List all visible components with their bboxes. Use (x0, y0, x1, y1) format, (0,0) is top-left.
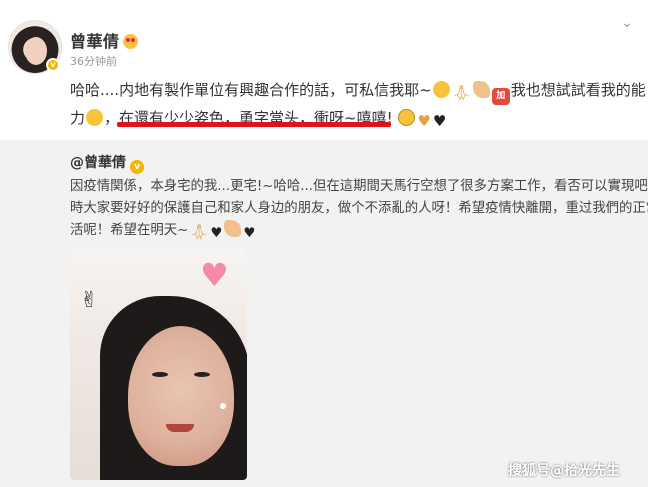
repost-line-2: 時大家要好好的保護自己和家人身边的朋友，做个不添亂的人呀！希望疫情快離開，重过我… (70, 201, 648, 216)
heart-eyes-emoji-icon (122, 34, 138, 49)
black-heart-icon: ♥ (432, 112, 447, 130)
content-text-2: 力 (70, 109, 86, 127)
content-text-1b: 我也想試試看我的能 (510, 81, 646, 99)
pray-emoji-icon: 🙏︎ (451, 84, 471, 102)
repost-line-1: 因疫情関係，本身宅的我...更宅!~哈哈...但在這期間天馬行空想了很多方案工作… (70, 179, 648, 194)
post-photo[interactable]: ♥ ✌ (70, 248, 247, 480)
black-heart-icon: ♥ (210, 226, 223, 241)
repost-author[interactable]: @曾華倩 v (70, 152, 144, 174)
repost-line-3: 活呢！希望在明天~🙏︎ ♥ ♥ (70, 220, 640, 245)
muscle-emoji-icon (472, 81, 490, 98)
repost-line-3-text: 活呢！希望在明天~ (70, 223, 189, 238)
black-heart-icon: ♥ (243, 226, 256, 241)
photo-eye-left (152, 372, 168, 377)
content-line-2: 力，在還有少少姿色，勇字當头，衝呀~嘻嘻! ♥ ♥ (70, 104, 447, 135)
author-name[interactable]: 曾華倩 (70, 28, 138, 52)
photo-earring (220, 403, 226, 409)
weibo-post: v 曾華倩 36分钟前 ⌄ 哈哈....内地有製作單位有興趣合作的話，可私信我耶… (0, 0, 648, 487)
repost-text: 因疫情関係，本身宅的我...更宅!~哈哈...但在這期間天馬行空想了很多方案工作… (70, 176, 648, 245)
photo-eye-right (194, 372, 210, 377)
chevron-down-icon[interactable]: ⌄ (618, 14, 636, 32)
reposted-post[interactable]: @曾華倩 v 因疫情関係，本身宅的我...更宅!~哈哈...但在這期間天馬行空想了… (0, 140, 648, 487)
pray-emoji-icon: 🙏︎ (189, 223, 209, 241)
red-underline (117, 122, 391, 127)
hand-sticker-icon: ✌ (80, 288, 99, 313)
hug-emoji-icon (398, 109, 416, 126)
grin-emoji-icon (86, 109, 104, 126)
avatar-face (25, 37, 47, 65)
watermark: 搜狐号@拾光先生 (508, 463, 620, 479)
verified-badge-icon: v (46, 58, 60, 72)
verified-badge-icon: v (130, 160, 144, 174)
content-text-1: 哈哈....内地有製作單位有興趣合作的話，可私信我耶~ (70, 81, 432, 99)
photo-face (128, 326, 234, 466)
post-time: 36分钟前 (70, 55, 117, 68)
repost-author-text[interactable]: @曾華倩 (70, 155, 126, 171)
photo-mouth (166, 424, 194, 432)
yellow-heart-icon: ♥ (417, 112, 431, 130)
content-line-1: 哈哈....内地有製作單位有興趣合作的話，可私信我耶~ 🙏︎ 加我也想試試看我的能 (70, 76, 646, 107)
pink-heart-sticker-icon: ♥ (200, 256, 229, 294)
author-name-text[interactable]: 曾華倩 (70, 32, 120, 51)
jiayou-emoji-icon: 加 (491, 88, 510, 105)
muscle-emoji-icon (224, 220, 242, 237)
tongue-emoji-icon (432, 81, 450, 98)
